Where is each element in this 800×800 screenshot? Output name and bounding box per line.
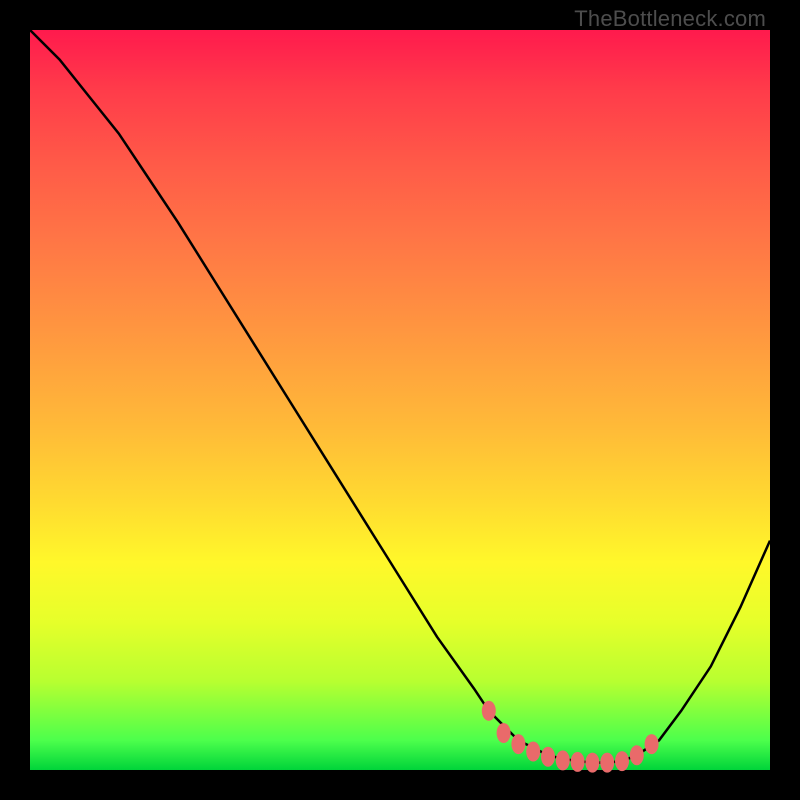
flat-bottom-markers [482,701,659,773]
chart-frame: TheBottleneck.com [0,0,800,800]
marker-dot [556,750,570,770]
marker-dot [585,753,599,773]
marker-dot [497,723,511,743]
plot-area [30,30,770,770]
marker-dot [600,753,614,773]
watermark-text: TheBottleneck.com [574,6,766,32]
marker-dot [630,745,644,765]
marker-dot [645,734,659,754]
marker-dot [482,701,496,721]
marker-dot [526,742,540,762]
curve-svg [30,30,770,770]
marker-dot [541,747,555,767]
marker-dot [571,752,585,772]
marker-dot [511,734,525,754]
bottleneck-curve [30,30,770,763]
marker-dot [615,751,629,771]
